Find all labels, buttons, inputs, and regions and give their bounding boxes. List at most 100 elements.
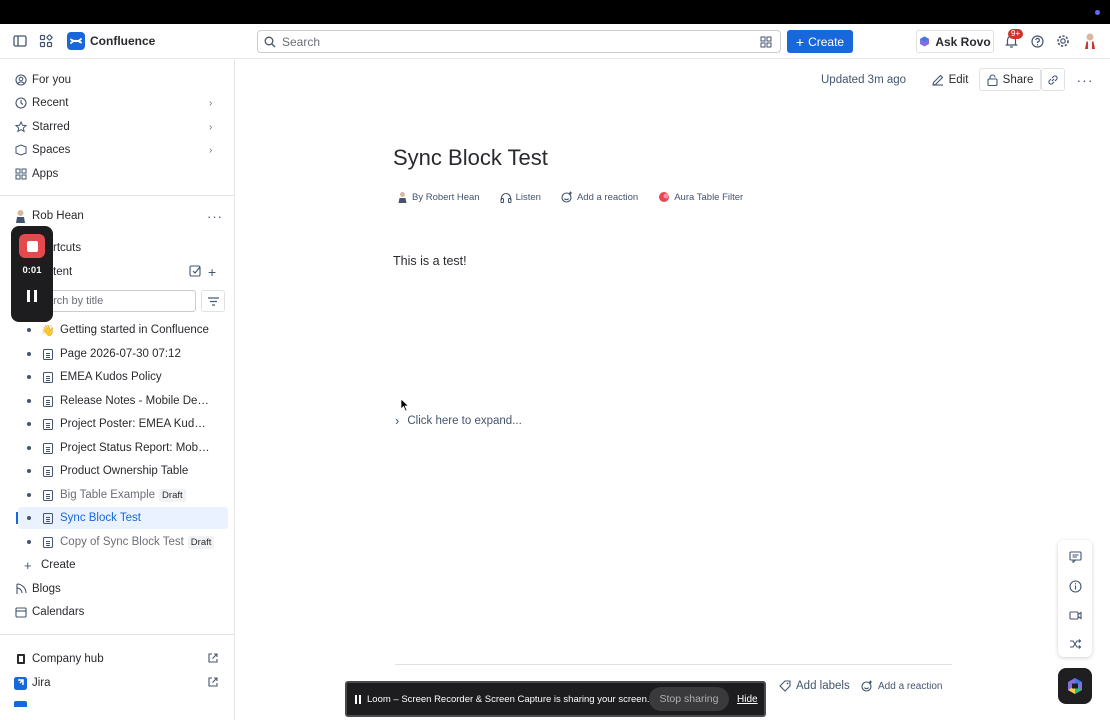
create-button[interactable]: + Create xyxy=(787,30,853,53)
video-icon[interactable] xyxy=(1067,607,1083,623)
app-name: Confluence xyxy=(90,34,156,48)
edit-button[interactable]: Edit xyxy=(926,68,974,91)
sidebar-divider xyxy=(0,195,234,196)
expand-macro[interactable]: › Click here to expand... xyxy=(395,413,522,428)
share-label: Share xyxy=(1002,73,1034,86)
wave-emoji-icon: 👋 xyxy=(41,324,55,337)
sidebar-item-recent[interactable]: Recent › xyxy=(0,92,234,114)
settings-gear-icon[interactable] xyxy=(1055,33,1071,49)
profile-avatar[interactable] xyxy=(1081,31,1099,51)
content-label: tent xyxy=(53,266,73,278)
tree-bullet xyxy=(27,493,31,497)
tree-item[interactable]: Project Status Report: Mobile... xyxy=(18,437,228,459)
tree-item-label: Release Notes - Mobile Dev (... xyxy=(60,395,212,407)
copy-link-button[interactable] xyxy=(1041,68,1065,91)
tree-item-active[interactable]: Sync Block Test xyxy=(16,507,228,529)
app-switcher-icon[interactable] xyxy=(38,33,54,49)
more-options-icon[interactable]: ··· xyxy=(207,209,223,224)
last-updated: Updated 3m ago xyxy=(821,74,907,86)
external-link-icon xyxy=(208,652,218,666)
for-you-icon xyxy=(14,74,27,87)
shuffle-icon[interactable] xyxy=(1067,636,1083,652)
draft-badge: Draft xyxy=(187,536,215,549)
space-header[interactable]: Rob Hean ··· xyxy=(0,205,234,227)
sidebar-item-for-you[interactable]: For you xyxy=(0,69,234,91)
listen-label: Listen xyxy=(515,191,541,203)
sidebar-toggle-icon[interactable] xyxy=(12,33,28,49)
chevron-right-icon: › xyxy=(395,413,400,428)
tree-item[interactable]: 👋 Getting started in Confluence xyxy=(18,319,228,341)
aura-label: Aura Table Filter xyxy=(674,191,744,203)
chevron-right-icon: › xyxy=(209,97,213,109)
tree-item[interactable]: Product Ownership Table xyxy=(18,460,228,482)
tree-bullet xyxy=(27,516,31,520)
share-button[interactable]: Share xyxy=(979,68,1041,91)
rovo-chat-button[interactable] xyxy=(1058,668,1092,704)
add-content-icon[interactable]: + xyxy=(208,264,216,280)
comments-icon[interactable] xyxy=(1067,549,1083,565)
rovo-icon xyxy=(920,36,930,47)
filter-by-title-input[interactable]: arch by title xyxy=(36,290,196,312)
sidebar-item-calendars[interactable]: Calendars xyxy=(0,601,234,623)
sidebar-item-starred[interactable]: Starred › xyxy=(0,116,234,138)
tree-item[interactable]: Project Poster: EMEA Kudos ... xyxy=(18,413,228,435)
tree-item[interactable]: Release Notes - Mobile Dev (... xyxy=(18,390,228,412)
pause-recording-icon[interactable] xyxy=(27,290,37,302)
create-page-icon[interactable] xyxy=(189,264,202,280)
help-icon[interactable] xyxy=(1029,33,1045,49)
author-link[interactable]: By Robert Hean xyxy=(397,191,490,203)
ask-rovo-button[interactable]: Ask Rovo xyxy=(916,30,994,53)
headphones-icon xyxy=(500,192,512,203)
search-input[interactable] xyxy=(282,34,732,49)
tree-item-title: Big Table Example xyxy=(60,489,156,501)
stop-icon xyxy=(26,240,38,252)
stop-sharing-button[interactable]: Stop sharing xyxy=(649,687,729,711)
system-bar xyxy=(0,0,1110,24)
link-icon xyxy=(1048,74,1058,85)
create-label: Create xyxy=(41,559,76,571)
external-link-icon xyxy=(208,676,218,690)
tree-item[interactable]: Copy of Sync Block Test Draft xyxy=(18,531,228,553)
stop-recording-button[interactable] xyxy=(19,234,45,258)
search-box[interactable] xyxy=(257,30,781,53)
more-actions-icon[interactable]: ··· xyxy=(1073,68,1097,91)
emoji-add-icon xyxy=(861,680,872,692)
aura-table-filter-link[interactable]: Aura Table Filter xyxy=(658,191,753,203)
spaces-icon xyxy=(14,144,27,157)
page-icon xyxy=(43,418,53,430)
tree-item-label: Getting started in Confluence xyxy=(60,324,209,336)
filter-button[interactable] xyxy=(201,290,225,312)
mouse-cursor-icon xyxy=(400,398,410,412)
sidebar-item-label: Starred xyxy=(32,121,70,133)
listen-button[interactable]: Listen xyxy=(500,192,551,203)
sidebar-item-company-hub[interactable]: Company hub xyxy=(0,648,234,670)
tree-item-label: Sync Block Test xyxy=(60,512,141,524)
tree-item[interactable]: EMEA Kudos Policy xyxy=(18,366,228,388)
confluence-logo[interactable]: Confluence xyxy=(67,32,155,50)
sidebar-item-blogs[interactable]: Blogs xyxy=(0,578,234,600)
rovo-icon xyxy=(1068,678,1082,694)
hide-link[interactable]: Hide xyxy=(737,694,758,705)
sidebar-item-label: Apps xyxy=(32,168,59,180)
page-icon xyxy=(43,489,53,501)
sidebar-item-jira[interactable]: Jira xyxy=(0,672,234,694)
apps-grid-icon xyxy=(14,168,27,181)
tree-create-button[interactable]: + Create xyxy=(0,554,234,576)
plus-icon: + xyxy=(795,33,805,50)
add-reaction-button[interactable]: Add a reaction xyxy=(561,191,648,203)
screen-sharing-bar: Loom – Screen Recorder & Screen Capture … xyxy=(345,681,766,717)
tree-item[interactable]: Big Table Example Draft xyxy=(18,484,228,506)
create-label: Create xyxy=(808,34,845,49)
scan-icon[interactable] xyxy=(760,36,772,48)
tree-item[interactable]: Page 2026-07-30 07:12 xyxy=(18,343,228,365)
info-icon[interactable] xyxy=(1067,578,1083,594)
tree-item-title: Copy of Sync Block Test xyxy=(60,536,184,548)
sidebar-item-spaces[interactable]: Spaces › xyxy=(0,139,234,161)
sidebar-item-apps[interactable]: Apps xyxy=(0,163,234,185)
tree-bullet xyxy=(27,446,31,450)
footer-add-reaction-button[interactable]: Add a reaction xyxy=(861,680,943,692)
add-labels-button[interactable]: Add labels xyxy=(779,680,850,692)
sidebar-item-label: Recent xyxy=(32,97,69,109)
body-paragraph: This is a test! xyxy=(393,254,467,268)
active-indicator xyxy=(16,512,18,524)
